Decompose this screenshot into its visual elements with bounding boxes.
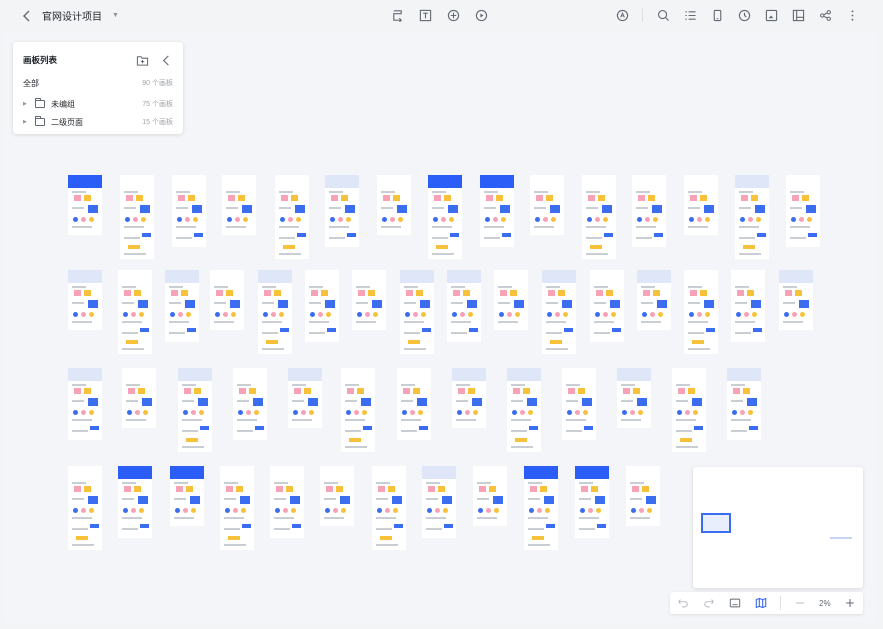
expand-arrow-icon[interactable]: ▶ xyxy=(23,119,29,125)
minimap[interactable] xyxy=(693,467,863,588)
artboard-thumbnail[interactable] xyxy=(68,368,102,440)
artboard-thumbnail[interactable] xyxy=(68,175,102,235)
artboard-thumbnail[interactable] xyxy=(305,270,339,342)
artboard-thumbnail[interactable] xyxy=(172,175,206,247)
artboard-thumbnail[interactable] xyxy=(524,466,558,550)
artboard-thumbnail[interactable] xyxy=(731,270,765,342)
undo-icon[interactable] xyxy=(676,596,690,610)
zoom-in-icon[interactable] xyxy=(843,596,857,610)
artboard-thumbnail[interactable] xyxy=(220,466,254,550)
artboard-thumbnail[interactable] xyxy=(626,466,660,526)
artboard-thumbnail[interactable] xyxy=(325,175,359,247)
artboard-thumbnail[interactable] xyxy=(684,175,718,235)
folder-icon xyxy=(35,98,45,108)
artboard-thumbnail[interactable] xyxy=(118,270,152,354)
artboard-thumbnail[interactable] xyxy=(542,270,576,354)
folder-icon xyxy=(35,116,45,126)
artboard-thumbnail[interactable] xyxy=(275,175,309,259)
panel-title: 画板列表 xyxy=(23,55,58,65)
collapse-panel-icon[interactable] xyxy=(159,53,173,67)
artboard-thumbnail[interactable] xyxy=(637,270,671,330)
artboard-thumbnail[interactable] xyxy=(258,270,292,354)
artboard-thumbnail[interactable] xyxy=(672,368,706,452)
artboard-thumbnail[interactable] xyxy=(473,466,507,526)
folder-item[interactable]: ▶ 未编组 75 个画板 xyxy=(13,95,183,113)
artboard-thumbnail[interactable] xyxy=(727,368,761,440)
keyboard-icon[interactable] xyxy=(728,596,742,610)
artboard-thumbnail[interactable] xyxy=(118,466,152,538)
artboard-thumbnail[interactable] xyxy=(122,368,156,428)
list-item-count: 90 个画板 xyxy=(142,80,173,87)
artboard-list-panel: 画板列表 全部 90 个画板 ▶ 未编组 75 个画板 ▶ 二级页面 15 个画… xyxy=(13,42,183,134)
zoom-level[interactable]: 2% xyxy=(819,599,831,608)
list-item-label: 全部 xyxy=(23,78,39,88)
folder-label: 二级页面 xyxy=(51,117,83,127)
artboard-thumbnail[interactable] xyxy=(165,270,199,342)
artboard-thumbnail[interactable] xyxy=(422,466,456,538)
folder-label: 未编组 xyxy=(51,99,75,109)
artboard-thumbnail[interactable] xyxy=(397,368,431,440)
artboard-thumbnail[interactable] xyxy=(632,175,666,247)
minimap-viewport[interactable] xyxy=(701,513,731,533)
artboard-thumbnail[interactable] xyxy=(120,175,154,259)
artboard-thumbnail[interactable] xyxy=(210,270,244,330)
artboard-thumbnail[interactable] xyxy=(779,270,813,330)
artboard-thumbnail[interactable] xyxy=(617,368,651,428)
list-item-all[interactable]: 全部 90 个画板 xyxy=(13,74,183,92)
artboard-thumbnail[interactable] xyxy=(288,368,322,428)
folder-count: 75 个画板 xyxy=(142,101,173,108)
divider xyxy=(780,596,781,610)
artboard-thumbnail[interactable] xyxy=(233,368,267,440)
artboard-thumbnail[interactable] xyxy=(341,368,375,452)
add-folder-icon[interactable] xyxy=(135,53,149,67)
artboard-thumbnail[interactable] xyxy=(320,466,354,526)
artboard-thumbnail[interactable] xyxy=(786,175,820,247)
artboard-thumbnail[interactable] xyxy=(372,466,406,550)
artboard-thumbnail[interactable] xyxy=(480,175,514,247)
artboard-thumbnail[interactable] xyxy=(170,466,204,526)
zoom-out-icon[interactable] xyxy=(793,596,807,610)
artboard-thumbnail[interactable] xyxy=(562,368,596,440)
artboard-thumbnail[interactable] xyxy=(494,270,528,330)
artboard-thumbnail[interactable] xyxy=(428,175,462,259)
map-icon[interactable] xyxy=(754,596,768,610)
artboard-thumbnail[interactable] xyxy=(575,466,609,538)
artboard-thumbnail[interactable] xyxy=(507,368,541,452)
artboard-thumbnail[interactable] xyxy=(452,368,486,428)
artboard-thumbnail[interactable] xyxy=(684,270,718,354)
artboard-thumbnail[interactable] xyxy=(178,368,212,452)
expand-arrow-icon[interactable]: ▶ xyxy=(23,101,29,107)
artboard-thumbnail[interactable] xyxy=(222,175,256,235)
artboard-thumbnail[interactable] xyxy=(582,175,616,259)
minimap-content xyxy=(830,537,852,539)
artboard-thumbnail[interactable] xyxy=(447,270,481,342)
artboard-thumbnail[interactable] xyxy=(377,175,411,235)
artboard-thumbnail[interactable] xyxy=(352,270,386,330)
artboard-thumbnail[interactable] xyxy=(590,270,624,342)
folder-count: 15 个画板 xyxy=(142,119,173,126)
folder-item[interactable]: ▶ 二级页面 15 个画板 xyxy=(13,113,183,131)
artboard-thumbnail[interactable] xyxy=(68,270,102,330)
artboard-thumbnail[interactable] xyxy=(270,466,304,538)
artboard-thumbnail[interactable] xyxy=(400,270,434,354)
artboard-thumbnail[interactable] xyxy=(735,175,769,259)
redo-icon[interactable] xyxy=(702,596,716,610)
artboard-thumbnail[interactable] xyxy=(530,175,564,235)
artboard-thumbnail[interactable] xyxy=(68,466,102,550)
bottom-toolbar: 2% xyxy=(670,592,863,614)
